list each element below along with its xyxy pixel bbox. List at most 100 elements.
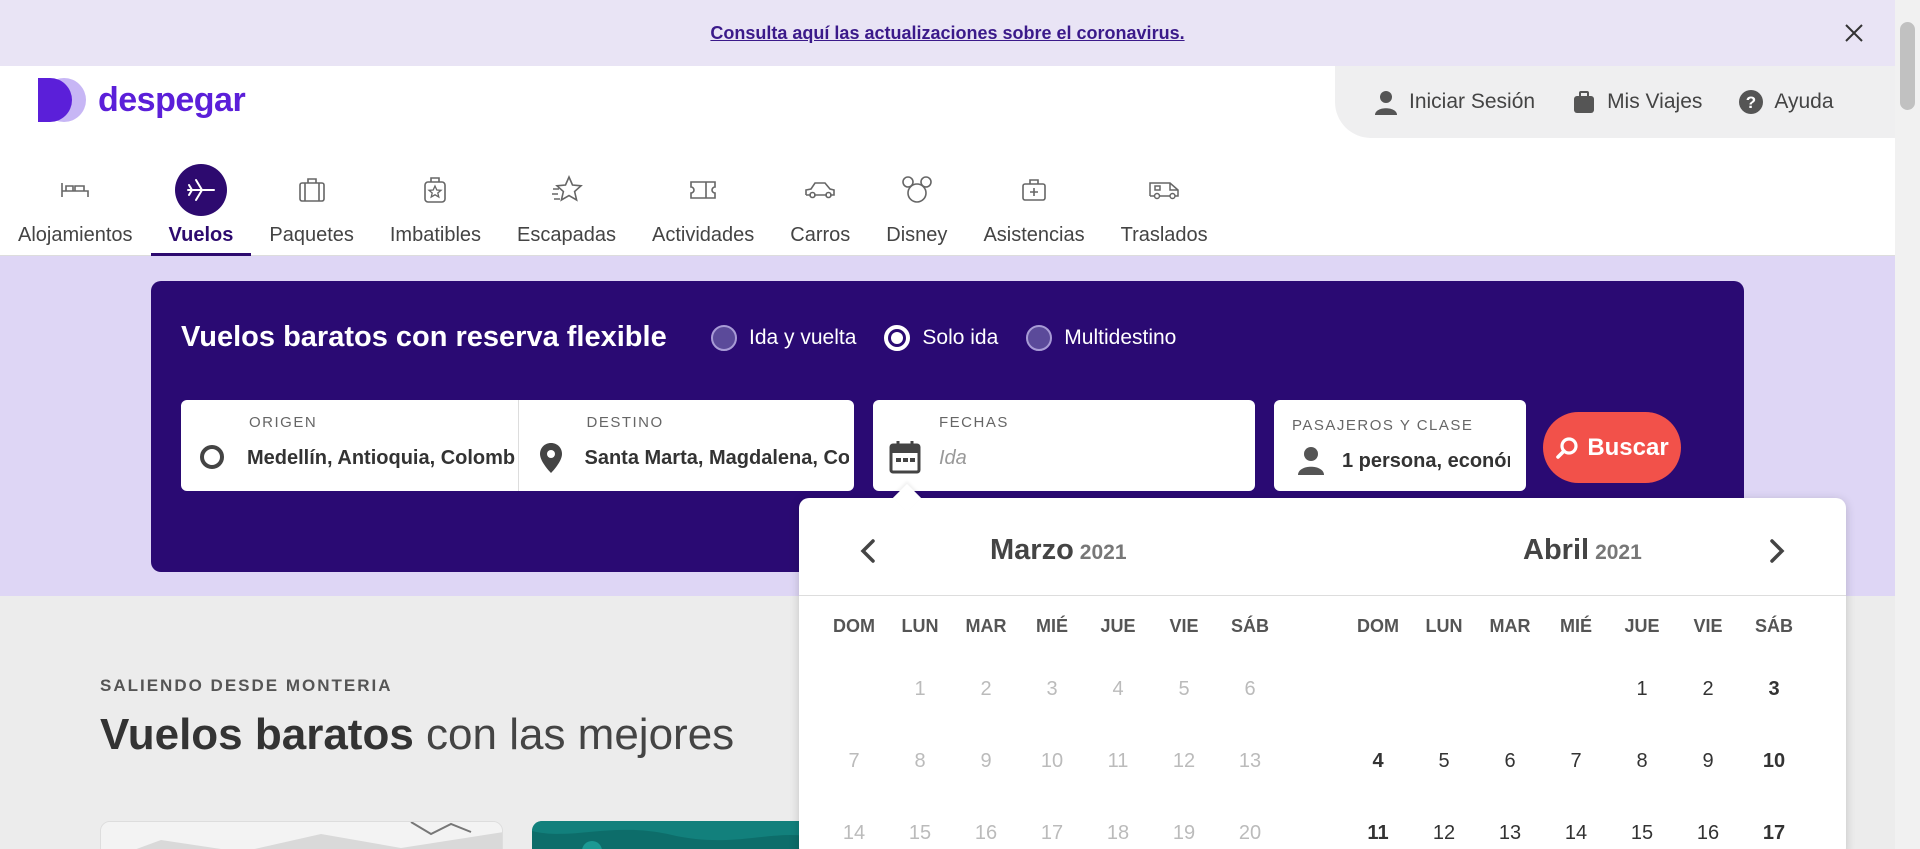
dates-field[interactable]: FECHAS Ida (873, 400, 1255, 491)
calendar-day[interactable]: 4 (1345, 750, 1411, 773)
trip-roundtrip[interactable]: Ida y vuelta (711, 325, 856, 351)
week-row: 1 2 3 4 5 6 (821, 653, 1283, 725)
user-icon (1375, 91, 1397, 115)
month-name: Abril (1523, 534, 1590, 566)
tab-label: Carros (790, 224, 851, 246)
week-row: 14 15 16 17 18 19 20 (821, 797, 1283, 849)
calendar-day[interactable]: 2 (1675, 678, 1741, 701)
help-link[interactable]: ? Ayuda (1738, 89, 1834, 115)
calendar-day[interactable]: 7 (1543, 750, 1609, 773)
tab-label: Imbatibles (389, 224, 482, 246)
trip-label: Multidestino (1064, 326, 1177, 349)
trip-label: Ida y vuelta (749, 326, 857, 349)
covid-banner: Consulta aquí las actualizaciones sobre … (0, 0, 1895, 66)
calendar-day[interactable]: 17 (1741, 822, 1807, 845)
airplane-icon (186, 179, 215, 201)
product-tabs: Alojamientos Vuelos Paquetes Imbatibles … (0, 160, 1226, 256)
calendar-day[interactable]: 5 (1411, 750, 1477, 773)
login-label: Iniciar Sesión (1409, 90, 1536, 113)
my-trips-link[interactable]: Mis Viajes (1571, 89, 1702, 115)
section-headline: Vuelos baratos con las mejores (100, 710, 734, 760)
calendar-day[interactable]: 11 (1345, 822, 1411, 845)
bed-icon (61, 183, 90, 197)
tab-carros[interactable]: Carros (772, 160, 868, 256)
origin-field[interactable]: ORIGEN Medellín, Antioquia, Colombia (181, 400, 518, 491)
calendar-day: 2 (980, 677, 992, 700)
deal-card[interactable] (100, 821, 503, 849)
week-row: 123 (1345, 653, 1807, 725)
calendar-day[interactable]: 13 (1477, 822, 1543, 845)
calendar-day: 14 (842, 821, 866, 844)
calendar-day: 6 (1244, 677, 1256, 700)
multicity-radio[interactable] (1026, 325, 1053, 351)
origin-destination-field: ORIGEN Medellín, Antioquia, Colombia DES… (181, 400, 854, 491)
calendar-day[interactable]: 12 (1411, 822, 1477, 845)
brand-logo[interactable]: despegar (38, 76, 246, 124)
tab-asistencias[interactable]: Asistencias (965, 160, 1102, 256)
tab-actividades[interactable]: Actividades (634, 160, 772, 256)
svg-text:?: ? (1746, 93, 1756, 112)
close-icon[interactable] (1841, 20, 1867, 46)
weekday-header: DOM LUN MAR MIÉ JUE VIE SÁB (821, 616, 1283, 637)
weekday-label: MAR (1489, 616, 1531, 636)
deal-card-image (101, 822, 502, 849)
login-link[interactable]: Iniciar Sesión (1373, 89, 1535, 115)
calendar-day[interactable]: 1 (1609, 678, 1675, 701)
chevron-right-icon[interactable] (1761, 536, 1791, 566)
passengers-value: 1 persona, económica (1342, 450, 1510, 472)
tab-vuelos[interactable]: Vuelos (150, 160, 252, 256)
calendar-day[interactable]: 14 (1543, 822, 1609, 845)
month-title-right: Abril 2021 (1523, 534, 1642, 567)
tab-imbatibles[interactable]: Imbatibles (372, 160, 499, 256)
calendar-day: 9 (980, 749, 992, 772)
despegar-logo-icon (38, 78, 86, 122)
tab-disney[interactable]: Disney (868, 160, 965, 256)
car-icon (805, 182, 836, 199)
origin-value: Medellín, Antioquia, Colombia (247, 447, 515, 469)
tab-paquetes[interactable]: Paquetes (251, 160, 372, 256)
tab-alojamientos[interactable]: Alojamientos (0, 160, 151, 256)
calendar-day[interactable]: 16 (1675, 822, 1741, 845)
month-title-left: Marzo 2021 (990, 534, 1127, 567)
trip-multicity[interactable]: Multidestino (1026, 325, 1176, 351)
weekday-label: JUE (1100, 616, 1136, 636)
month-grid-march: DOM LUN MAR MIÉ JUE VIE SÁB 1 2 3 4 5 6 7 8 9 10 1… (821, 616, 1283, 849)
calendar-day[interactable]: 8 (1609, 750, 1675, 773)
calendar-day[interactable]: 6 (1477, 750, 1543, 773)
weekday-label: MIÉ (1559, 616, 1592, 636)
calendar-day[interactable]: 10 (1741, 750, 1807, 773)
destination-field[interactable]: DESTINO Santa Marta, Magdalena, Colombia (517, 400, 855, 491)
scrollbar-thumb[interactable] (1900, 22, 1915, 110)
search-button[interactable]: Buscar (1543, 412, 1681, 483)
passengers-field[interactable]: PASAJEROS Y CLASE 1 persona, económica (1274, 400, 1526, 491)
tab-label: Escapadas (517, 224, 616, 246)
calendar-day[interactable]: 3 (1741, 678, 1807, 701)
help-label: Ayuda (1774, 90, 1834, 113)
month-name: Marzo (990, 534, 1074, 566)
luggage-star-icon (424, 177, 447, 203)
calendar-day: 17 (1040, 821, 1064, 844)
deal-card[interactable] (532, 821, 812, 849)
oneway-radio[interactable] (884, 325, 911, 351)
chevron-left-icon[interactable] (854, 536, 884, 566)
month-year: 2021 (1079, 541, 1127, 564)
search-title: Vuelos baratos con reserva flexible (181, 321, 667, 353)
calendar-day: 1 (914, 677, 926, 700)
roundtrip-radio[interactable] (711, 325, 737, 351)
covid-updates-link[interactable]: Consulta aquí las actualizaciones sobre … (710, 23, 1184, 44)
calendar-day: 13 (1238, 749, 1262, 772)
origin-circle-icon (200, 445, 224, 469)
brand-name: despegar (98, 80, 246, 119)
trip-oneway[interactable]: Solo ida (884, 325, 998, 351)
person-icon (1298, 447, 1324, 475)
tab-escapadas[interactable]: Escapadas (499, 160, 634, 256)
tab-label: Disney (886, 224, 948, 246)
weekday-label: SÁB (1230, 616, 1269, 636)
tab-traslados[interactable]: Traslados (1103, 160, 1226, 256)
search-button-label: Buscar (1587, 433, 1669, 461)
page-scrollbar[interactable] (1895, 0, 1920, 849)
calendar-day[interactable]: 15 (1609, 822, 1675, 845)
site-header: despegar Iniciar Sesión Mis Viajes ? Ayu… (0, 66, 1895, 256)
calendar-day: 19 (1172, 821, 1196, 844)
calendar-day[interactable]: 9 (1675, 750, 1741, 773)
